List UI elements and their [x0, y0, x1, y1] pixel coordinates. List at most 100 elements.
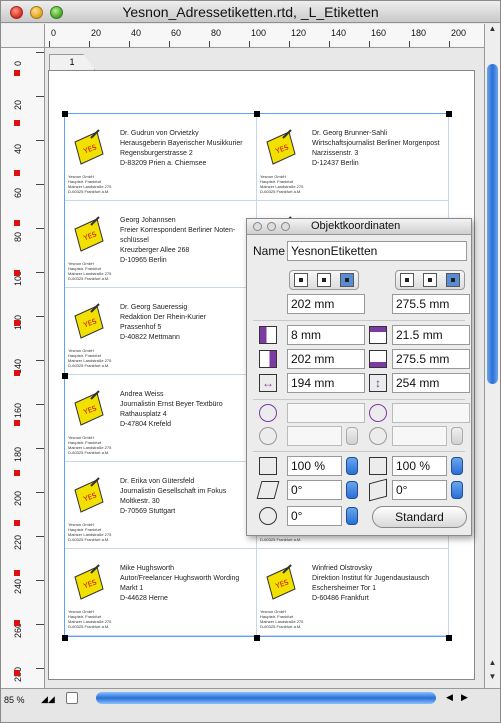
horizontal-scroll-thumb[interactable] — [96, 692, 436, 704]
address-line: Rathausplatz 4 — [120, 411, 167, 418]
horizontal-skew-stepper[interactable] — [346, 481, 358, 499]
address-label[interactable]: YES Yesnon GmbHHauptstr. FrankfurtMainzer… — [65, 549, 257, 636]
vertical-scrollbar[interactable]: ▲ ▲ ▼ — [484, 24, 500, 688]
address-line: Regensburgerstrasse 2 — [120, 150, 193, 157]
rotation-origin-stepper — [346, 427, 358, 445]
address-label[interactable]: YES Yesnon GmbHHauptstr. FrankfurtMainzer… — [65, 201, 257, 288]
address-label[interactable]: YES Yesnon GmbHHauptstr. FrankfurtMainzer… — [257, 549, 449, 636]
anchor-middle-icon[interactable] — [422, 273, 437, 287]
vertical-ruler[interactable]: 020406080100120140160180200220240260280 — [1, 48, 45, 688]
selection-handle[interactable] — [254, 635, 260, 641]
scroll-down-arrow[interactable]: ▼ — [485, 672, 500, 686]
right-edge-icon — [259, 350, 277, 368]
vertical-scale-stepper[interactable] — [451, 457, 463, 475]
ruler-v-tick — [36, 184, 44, 185]
selection-handle[interactable] — [62, 373, 68, 379]
ruler-v-tick — [36, 272, 44, 273]
address-line: schlüssel — [120, 237, 149, 244]
height-field[interactable]: 275.5 mm — [392, 294, 470, 314]
bottom-edge-icon — [369, 350, 387, 368]
rotation-field[interactable]: 0° — [287, 506, 342, 526]
horizontal-ruler[interactable]: 0 20 40 60 80 100 120 140 160 180 200 — [45, 24, 484, 48]
vertical-skew-stepper[interactable] — [451, 481, 463, 499]
horizontal-scale-field[interactable]: 100 % — [287, 456, 342, 476]
title-bar[interactable]: Yesnon_Adressetiketten.rtd, _L_Etiketten — [1, 1, 500, 23]
recipient-address: Mike Hughsworth Autor/Freelancer Hughswor… — [120, 564, 239, 604]
selection-handle[interactable] — [446, 635, 452, 641]
right-field[interactable]: 202 mm — [287, 349, 365, 369]
scroll-left-arrow[interactable]: ◀ — [446, 692, 453, 703]
horizontal-center-icon — [259, 404, 277, 422]
horizontal-skew-field[interactable]: 0° — [287, 480, 342, 500]
ruler-v-tick — [36, 492, 44, 493]
address-line: Winfried Olstrovsky — [312, 565, 373, 572]
recipient-address: Dr. Erika von Gütersfeld Journalistin Ges… — [120, 477, 226, 517]
page-nav-icon[interactable]: ◢◢ — [41, 694, 55, 705]
sender-address: Yesnon GmbHHauptstr. FrankfurtMainzer La… — [68, 174, 116, 194]
address-line: Journalistin Ernst Beyer Textbüro — [120, 401, 223, 408]
width-field[interactable]: 202 mm — [287, 294, 365, 314]
vertical-center-field — [392, 403, 470, 423]
address-label[interactable]: YES Yesnon GmbHHauptstr. FrankfurtMainzer… — [65, 462, 257, 549]
scroll-up-arrow[interactable]: ▲ — [485, 658, 500, 672]
address-label[interactable]: YES Yesnon GmbHHauptstr. FrankfurtMainzer… — [65, 375, 257, 462]
name-field[interactable]: YesnonEtiketten — [287, 241, 467, 261]
address-line: Direktion Institut für Jugendaustausch — [312, 575, 430, 582]
ruler-v-label: 80 — [13, 231, 23, 242]
zoom-level[interactable]: 85 % — [4, 693, 38, 707]
scroll-right-arrow[interactable]: ▶ — [461, 692, 468, 703]
horizontal-scale-stepper[interactable] — [346, 457, 358, 475]
recipient-address: Dr. Georg Brunner-Sahli Wirtschaftsjourna… — [312, 129, 440, 169]
rotation-stepper[interactable] — [346, 507, 358, 525]
left-field[interactable]: 8 mm — [287, 325, 365, 345]
recipient-address: Georg Johannsen Freier Korrespondent Berl… — [120, 216, 235, 266]
name-label: Name — [253, 244, 286, 258]
page-tab[interactable]: 1 — [49, 54, 95, 70]
anchor-bottom-icon[interactable] — [445, 273, 460, 287]
selection-handle[interactable] — [254, 111, 260, 117]
anchor-left-icon[interactable] — [294, 273, 309, 287]
ruler-marker — [14, 670, 20, 676]
panel-title-bar[interactable]: Objektkoordinaten — [247, 219, 471, 235]
anchor-center-icon[interactable] — [316, 273, 331, 287]
ruler-marker — [14, 220, 20, 226]
vertical-size-field[interactable]: 254 mm — [392, 373, 470, 393]
vertical-anchor-selector[interactable] — [395, 270, 465, 290]
sender-address: Yesnon GmbHHauptstr. FrankfurtMainzer La… — [260, 174, 308, 194]
horizontal-size-field[interactable]: 194 mm — [287, 373, 365, 393]
anchor-right-icon[interactable] — [339, 273, 354, 287]
address-line: Journalistin Gesellschaft im Fokus — [120, 488, 227, 495]
sender-line: D-60325 Frankfurt a.M. — [68, 276, 110, 281]
vertical-scroll-thumb[interactable] — [487, 64, 498, 384]
anchor-top-icon[interactable] — [400, 273, 415, 287]
yesnon-logo-icon: YES — [74, 303, 104, 339]
left-edge-icon — [259, 326, 277, 344]
vertical-skew-field[interactable]: 0° — [392, 480, 447, 500]
rotation-center-stepper — [451, 427, 463, 445]
grid-icon[interactable] — [66, 692, 78, 704]
horizontal-anchor-selector[interactable] — [289, 270, 359, 290]
panel-minimize-button[interactable] — [267, 222, 276, 231]
top-field[interactable]: 21.5 mm — [392, 325, 470, 345]
standard-button[interactable]: Standard — [372, 506, 467, 528]
separator — [253, 451, 465, 452]
bottom-field[interactable]: 275.5 mm — [392, 349, 470, 369]
address-label[interactable]: YES Yesnon GmbHHauptstr. FrankfurtMainzer… — [65, 288, 257, 375]
selection-handle[interactable] — [62, 111, 68, 117]
scroll-up-top-arrow[interactable]: ▲ — [485, 24, 500, 38]
address-label[interactable]: YES Yesnon GmbHHauptstr. FrankfurtMainzer… — [65, 114, 257, 201]
ruler-h-label: 180 — [411, 28, 427, 38]
panel-zoom-button[interactable] — [281, 222, 290, 231]
ruler-v-tick — [36, 404, 44, 405]
ruler-h-tick — [369, 41, 370, 47]
vertical-scale-field[interactable]: 100 % — [392, 456, 447, 476]
address-line: D-12437 Berlin — [312, 160, 359, 167]
address-label[interactable]: YES Yesnon GmbHHauptstr. FrankfurtMainzer… — [257, 114, 449, 201]
rotation-center-icon — [369, 427, 387, 445]
selection-handle[interactable] — [446, 111, 452, 117]
address-line: Dr. Georg Saueressig — [120, 304, 188, 311]
horizontal-scale-icon — [259, 457, 277, 475]
selection-handle[interactable] — [62, 635, 68, 641]
panel-close-button[interactable] — [253, 222, 262, 231]
ruler-corner[interactable] — [1, 24, 45, 48]
